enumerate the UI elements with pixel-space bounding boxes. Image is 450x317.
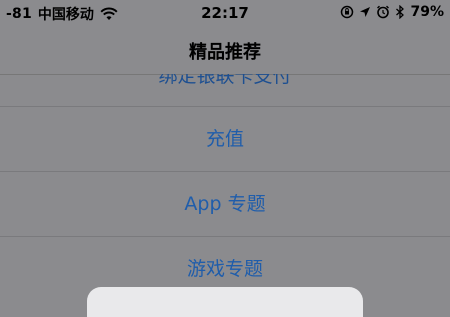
bluetooth-icon — [396, 5, 405, 19]
action-menu: 绑定银联卡支付 充值 App 专题 游戏专题 — [0, 74, 450, 301]
menu-item-bind-unionpay[interactable]: 绑定银联卡支付 — [0, 74, 450, 106]
status-bar: -81 中国移动 22:17 79% — [0, 0, 450, 28]
menu-item-app-topics[interactable]: App 专题 — [0, 172, 450, 236]
page-title: 精品推荐 — [189, 42, 261, 63]
battery-percent: 79% — [410, 4, 444, 20]
alarm-icon — [377, 5, 390, 19]
bottom-sheet[interactable] — [87, 287, 363, 317]
location-arrow-icon — [360, 7, 371, 17]
orientation-lock-icon — [341, 5, 354, 19]
menu-item-recharge[interactable]: 充值 — [0, 107, 450, 171]
status-right: 79% — [340, 4, 444, 20]
